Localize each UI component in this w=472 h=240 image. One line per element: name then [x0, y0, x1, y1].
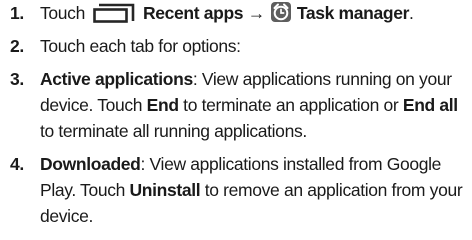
recent-apps-icon — [93, 4, 135, 24]
task-manager-label: Task manager — [296, 3, 410, 23]
uninstall-label: Uninstall — [129, 180, 201, 200]
task-manager-icon — [270, 2, 291, 23]
end-all-label: End all — [402, 95, 458, 115]
active-applications-heading: Active applications — [40, 69, 193, 89]
step-3: 3. Active applications: View application… — [0, 66, 472, 144]
step-number: 4. — [10, 154, 24, 174]
step-text: to terminate an application or — [178, 95, 403, 115]
step-4: 4. Downloaded: View applications install… — [0, 151, 472, 229]
recent-apps-label: Recent apps — [142, 3, 244, 23]
step-text: Touch each tab for options: — [40, 36, 241, 56]
step-text: to terminate all running applications. — [40, 121, 307, 141]
step-number: 3. — [10, 69, 24, 89]
downloaded-heading: Downloaded — [40, 154, 141, 174]
step-text-end: . — [409, 3, 414, 23]
end-label: End — [146, 95, 179, 115]
step-number: 2. — [10, 36, 24, 56]
step-2: 2. Touch each tab for options: — [0, 33, 472, 59]
step-1: 1. Touch Recent apps → Task manager. — [0, 0, 472, 26]
arrow: → — [247, 3, 266, 23]
instruction-list: 1. Touch Recent apps → Task manager. 2. … — [0, 0, 472, 229]
step-text: Touch — [40, 3, 85, 23]
step-number: 1. — [10, 3, 24, 23]
